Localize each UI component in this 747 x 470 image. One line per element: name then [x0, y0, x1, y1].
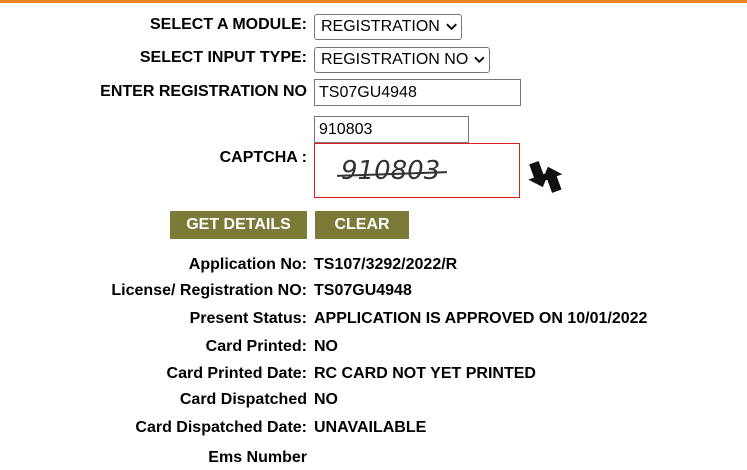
top-accent-bar — [0, 0, 747, 3]
card-printed-value: NO — [314, 338, 338, 355]
module-label: SELECT A MODULE: — [149, 16, 307, 33]
present-status-value: APPLICATION IS APPROVED ON 10/01/2022 — [314, 310, 648, 327]
reg-no-input[interactable]: TS07GU4948 — [314, 79, 521, 106]
clear-button[interactable]: CLEAR — [315, 211, 409, 239]
card-printed-label: Card Printed: — [205, 338, 307, 355]
chevron-down-icon — [474, 56, 485, 64]
card-printed-date-value: RC CARD NOT YET PRINTED — [314, 365, 536, 382]
chevron-down-icon — [446, 23, 457, 31]
get-details-button[interactable]: GET DETAILS — [170, 211, 307, 239]
module-select-value: REGISTRATION — [321, 18, 440, 35]
application-no-label: Application No: — [188, 256, 307, 273]
input-type-select-value: REGISTRATION NO — [321, 51, 469, 68]
reg-no-label: ENTER REGISTRATION NO — [100, 83, 307, 100]
ems-number-label: Ems Number — [208, 449, 307, 466]
card-dispatched-value: NO — [314, 391, 338, 408]
registration-no-value: TS07GU4948 — [314, 282, 412, 299]
card-dispatched-date-value: UNAVAILABLE — [314, 419, 427, 436]
card-printed-date-label: Card Printed Date: — [166, 365, 307, 382]
captcha-label: CAPTCHA : — [219, 149, 307, 166]
module-select[interactable]: REGISTRATION — [314, 14, 462, 40]
card-dispatched-label: Card Dispatched — [179, 391, 307, 408]
input-type-select[interactable]: REGISTRATION NO — [314, 47, 490, 73]
present-status-label: Present Status: — [189, 310, 307, 327]
captcha-image: 910803 — [314, 143, 520, 198]
card-dispatched-date-label: Card Dispatched Date: — [135, 419, 307, 436]
captcha-input[interactable]: 910803 — [314, 116, 469, 143]
refresh-captcha-icon[interactable] — [525, 156, 567, 198]
registration-no-label: License/ Registration NO: — [111, 282, 307, 299]
application-no-value: TS107/3292/2022/R — [314, 256, 458, 273]
input-type-label: SELECT INPUT TYPE: — [139, 49, 307, 66]
